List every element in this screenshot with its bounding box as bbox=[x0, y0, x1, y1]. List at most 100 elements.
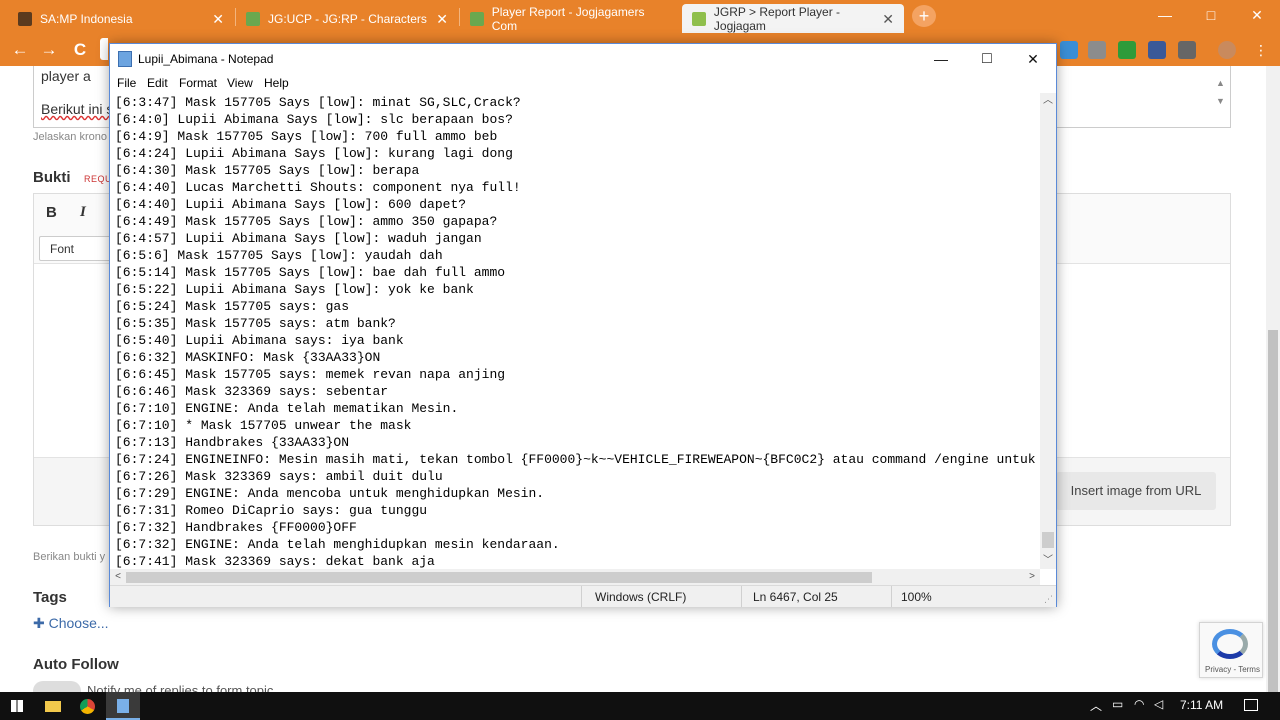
notepad-line: [6:7:29] ENGINE: Anda mencoba untuk meng… bbox=[115, 486, 545, 501]
notepad-statusbar: Windows (CRLF) Ln 6467, Col 25 100% ⋰ bbox=[110, 585, 1056, 607]
notepad-text-area[interactable]: [6:3:47] Mask 157705 Says [low]: minat S… bbox=[110, 93, 1040, 569]
notepad-maximize-button[interactable]: □ bbox=[964, 44, 1010, 74]
scroll-down-arrow-icon[interactable]: ﹀ bbox=[1040, 553, 1056, 569]
notepad-line: [6:6:46] Mask 323369 says: sebentar bbox=[115, 384, 389, 399]
close-icon[interactable]: ✕ bbox=[882, 11, 894, 28]
recaptcha-icon bbox=[1212, 629, 1248, 659]
scroll-left-arrow-icon[interactable]: < bbox=[110, 569, 126, 585]
browser-maximize-button[interactable]: □ bbox=[1188, 0, 1234, 30]
file-explorer-button[interactable] bbox=[36, 692, 70, 720]
notepad-horizontal-thumb[interactable] bbox=[126, 572, 872, 583]
x-extension-icon[interactable] bbox=[1178, 41, 1196, 59]
notepad-titlebar[interactable]: Lupii_Abimana - Notepad — □ ✕ bbox=[110, 44, 1056, 74]
tab-samp-indonesia[interactable]: SA:MP Indonesia ✕ bbox=[8, 4, 234, 33]
status-divider bbox=[581, 586, 582, 607]
notepad-line: [6:5:35] Mask 157705 says: atm bank? bbox=[115, 316, 396, 331]
recycle-icon[interactable] bbox=[1088, 41, 1106, 59]
recaptcha-badge[interactable]: Privacy - Terms bbox=[1199, 622, 1263, 678]
scroll-up-icon[interactable]: ▲ bbox=[1216, 78, 1225, 88]
insert-image-button[interactable]: Insert image from URL bbox=[1056, 472, 1216, 510]
notepad-line: [6:4:57] Lupii Abimana Says [low]: waduh… bbox=[115, 231, 482, 246]
browser-minimize-button[interactable]: — bbox=[1142, 0, 1188, 30]
new-tab-button[interactable]: + bbox=[912, 5, 936, 27]
notepad-line: [6:7:32] Handbrakes {FF0000}OFF bbox=[115, 520, 357, 535]
close-icon[interactable]: ✕ bbox=[436, 11, 448, 28]
notepad-line: [6:4:40] Lupii Abimana Says [low]: 600 d… bbox=[115, 197, 467, 212]
tray-chevron-icon[interactable]: ︿ bbox=[1090, 697, 1102, 714]
jg-favicon bbox=[246, 11, 260, 26]
address-bar[interactable] bbox=[100, 38, 108, 60]
notepad-line: [6:7:24] ENGINEINFO: Mesin masih mati, t… bbox=[115, 452, 1040, 467]
notepad-line: [6:7:32] ENGINE: Anda telah menghidupkan… bbox=[115, 537, 560, 552]
bold-button[interactable]: B bbox=[46, 204, 57, 221]
italic-button[interactable]: I bbox=[80, 204, 86, 221]
wifi-icon[interactable]: ◠ bbox=[1134, 697, 1144, 711]
scroll-up-arrow-icon[interactable]: ︿ bbox=[1040, 93, 1056, 109]
font-select[interactable]: Font bbox=[39, 236, 119, 261]
notepad-line: [6:7:26] Mask 323369 says: ambil duit du… bbox=[115, 469, 443, 484]
menu-format[interactable]: Format bbox=[179, 76, 217, 90]
notepad-taskbar-icon bbox=[117, 699, 129, 713]
notepad-line: [6:7:41] Mask 323369 says: dekat bank aj… bbox=[115, 554, 435, 569]
notepad-line: [6:4:30] Mask 157705 Says [low]: berapa bbox=[115, 163, 420, 178]
volume-icon[interactable]: ◁ bbox=[1154, 697, 1163, 711]
notepad-vertical-scrollbar[interactable]: ︿ ﹀ bbox=[1040, 93, 1056, 569]
notepad-line: [6:7:31] Romeo DiCaprio says: gua tunggu bbox=[115, 503, 428, 518]
notifications-icon[interactable] bbox=[1244, 699, 1258, 711]
menu-view[interactable]: View bbox=[227, 76, 253, 90]
close-icon[interactable]: ✕ bbox=[212, 11, 224, 28]
status-divider bbox=[891, 586, 892, 607]
scroll-down-icon[interactable]: ▼ bbox=[1216, 96, 1225, 106]
notepad-vertical-thumb[interactable] bbox=[1042, 532, 1054, 548]
notepad-line: [6:5:14] Mask 157705 Says [low]: bae dah… bbox=[115, 265, 506, 280]
back-button[interactable]: ← bbox=[9, 39, 31, 61]
menu-file[interactable]: File bbox=[117, 76, 136, 90]
tab-label: JG:UCP - JG:RP - Characters bbox=[268, 11, 427, 26]
tab-label: SA:MP Indonesia bbox=[40, 11, 133, 26]
notepad-taskbar-button[interactable] bbox=[106, 692, 140, 720]
notepad-line: [6:3:47] Mask 157705 Says [low]: minat S… bbox=[115, 95, 521, 110]
notepad-title: Lupii_Abimana - Notepad bbox=[138, 52, 274, 66]
tab-label: JGRP > Report Player - Jogjagam bbox=[713, 4, 841, 33]
notepad-line: [6:4:9] Mask 157705 Says [low]: 700 full… bbox=[115, 129, 498, 144]
extension-icon[interactable] bbox=[1060, 41, 1078, 59]
notepad-line: [6:4:24] Lupii Abimana Says [low]: kuran… bbox=[115, 146, 513, 161]
battery-icon[interactable]: ▭ bbox=[1112, 697, 1123, 711]
tab-report-player-active[interactable]: JGRP > Report Player - Jogjagam ✕ bbox=[682, 4, 904, 33]
notepad-close-button[interactable]: ✕ bbox=[1010, 44, 1056, 74]
tab-player-report[interactable]: Player Report - Jogjagamers Com bbox=[460, 4, 680, 33]
notepad-line: [6:6:45] Mask 157705 says: memek revan n… bbox=[115, 367, 506, 382]
clock-time[interactable]: 7:11 AM bbox=[1180, 698, 1223, 712]
menu-icon[interactable]: ⋮ bbox=[1250, 39, 1272, 61]
menu-help[interactable]: Help bbox=[264, 76, 289, 90]
scroll-right-arrow-icon[interactable]: > bbox=[1024, 569, 1040, 585]
choose-label: Choose... bbox=[48, 615, 109, 631]
notepad-icon bbox=[118, 51, 132, 67]
notepad-line: [6:5:22] Lupii Abimana Says [low]: yok k… bbox=[115, 282, 474, 297]
forward-button[interactable]: → bbox=[38, 39, 60, 61]
notepad-line: [6:4:0] Lupii Abimana Says [low]: slc be… bbox=[115, 112, 513, 127]
start-button[interactable] bbox=[0, 692, 34, 720]
notepad-window: Lupii_Abimana - Notepad — □ ✕ File Edit … bbox=[109, 43, 1057, 607]
editor-text: player a bbox=[41, 68, 91, 84]
chrome-taskbar-button[interactable] bbox=[71, 692, 105, 720]
resize-grip-icon[interactable]: ⋰ bbox=[1044, 594, 1053, 605]
windows-logo-icon bbox=[11, 700, 23, 712]
notepad-line: [6:7:13] Handbrakes {33AA33}ON bbox=[115, 435, 350, 450]
page-scrollbar-thumb[interactable] bbox=[1268, 330, 1278, 692]
extension-icon[interactable] bbox=[1118, 41, 1136, 59]
recaptcha-terms[interactable]: Privacy - Terms bbox=[1205, 665, 1260, 674]
menu-edit[interactable]: Edit bbox=[147, 76, 168, 90]
notepad-minimize-button[interactable]: — bbox=[918, 44, 964, 74]
tab-jgucp-characters[interactable]: JG:UCP - JG:RP - Characters ✕ bbox=[236, 4, 458, 33]
browser-close-button[interactable]: ✕ bbox=[1234, 0, 1280, 30]
facebook-icon[interactable] bbox=[1148, 41, 1166, 59]
choose-tags-link[interactable]: ✚ Choose... bbox=[33, 615, 109, 632]
notepad-menubar: File Edit Format View Help bbox=[110, 74, 1056, 93]
notepad-line: [6:5:24] Mask 157705 says: gas bbox=[115, 299, 350, 314]
windows-taskbar bbox=[0, 692, 1280, 720]
samp-favicon bbox=[18, 11, 32, 26]
profile-avatar[interactable] bbox=[1218, 41, 1236, 59]
reload-button[interactable]: C bbox=[69, 39, 91, 61]
auto-follow-label: Auto Follow bbox=[33, 656, 119, 673]
